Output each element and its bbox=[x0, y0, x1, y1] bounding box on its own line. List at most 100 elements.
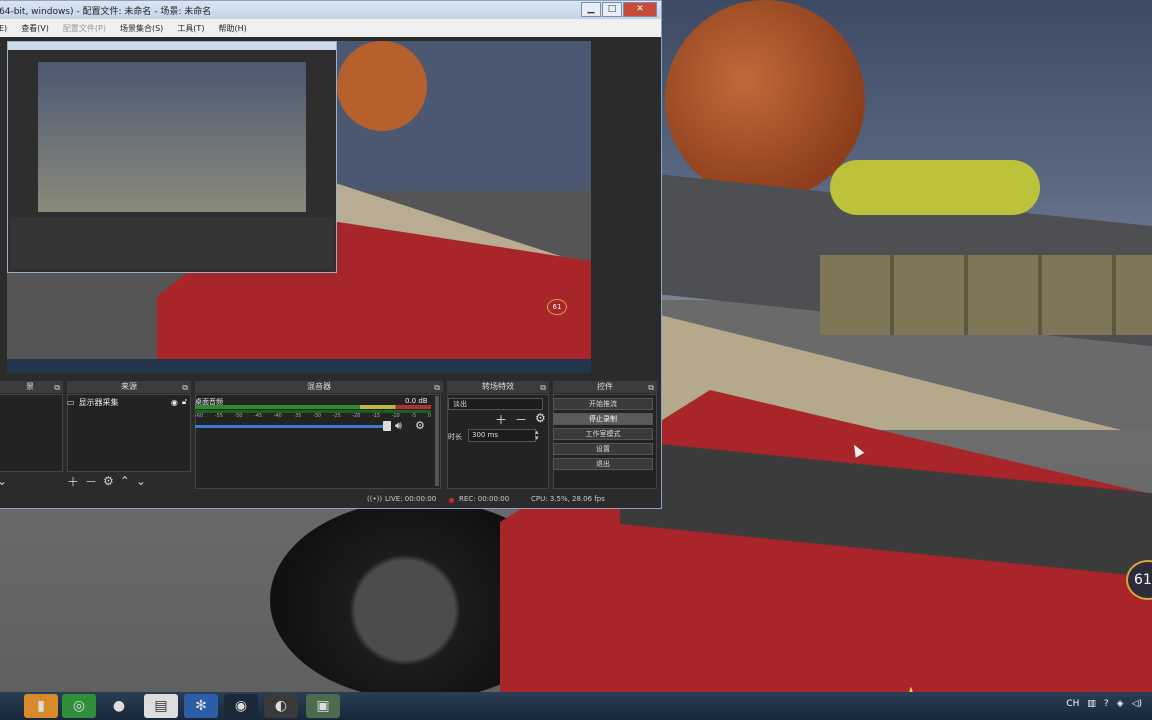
mixer-title: 混音器 bbox=[307, 382, 331, 391]
menu-tools[interactable]: 工具(T) bbox=[177, 23, 204, 34]
nested-obs-preview bbox=[7, 41, 337, 273]
menu-help[interactable]: 帮助(H) bbox=[218, 23, 246, 34]
chevron-down-icon[interactable]: ⌄ bbox=[0, 474, 7, 488]
start-streaming-button[interactable]: 开始推流 bbox=[553, 398, 653, 410]
windows-taskbar: ▮ ◎ ● ▤ ✻ ◉ ◐ ▣ CH ▥ ? ◈ ◁) bbox=[0, 692, 1152, 720]
add-icon[interactable]: ＋ bbox=[495, 411, 507, 428]
gear-icon[interactable]: ⚙ bbox=[103, 474, 114, 488]
scale-tick: 0 bbox=[427, 413, 431, 419]
obs-icon[interactable]: ◐ bbox=[264, 694, 298, 718]
scale-tick: -35 bbox=[293, 413, 302, 419]
menu-profile[interactable]: 配置文件(P) bbox=[63, 23, 106, 34]
mixer-db-value: 0.0 dB bbox=[405, 397, 428, 405]
help-icon[interactable]: ? bbox=[1104, 699, 1109, 709]
remove-icon[interactable]: － bbox=[515, 411, 527, 428]
cpu-status: CPU: 3.5%, 28.06 fps bbox=[531, 495, 605, 503]
nested-scene bbox=[38, 62, 306, 212]
scale-tick: -55 bbox=[214, 413, 223, 419]
undock-icon[interactable]: ⧉ bbox=[434, 382, 440, 394]
nested-title-bar bbox=[8, 42, 336, 50]
speaker-icon[interactable]: 🔊︎ bbox=[395, 419, 402, 433]
undock-icon[interactable]: ⧉ bbox=[648, 382, 654, 394]
transition-select[interactable]: 淡出 bbox=[448, 398, 543, 410]
scale-tick: -20 bbox=[352, 413, 361, 419]
volume-meter bbox=[195, 405, 431, 409]
title-bar[interactable]: 64-bit, windows) - 配置文件: 未命名 - 场景: 未命名 ▁… bbox=[0, 1, 661, 19]
chevron-down-icon[interactable]: ⌄ bbox=[136, 474, 146, 488]
undock-icon[interactable]: ⧉ bbox=[182, 382, 188, 394]
menu-view[interactable]: 查看(V) bbox=[21, 23, 49, 34]
preview-speed-indicator: 61 bbox=[547, 299, 567, 315]
settings-button[interactable]: 设置 bbox=[553, 443, 653, 455]
transition-toolbar: ＋ － ⚙ bbox=[495, 411, 546, 428]
mixer-scrollbar[interactable] bbox=[435, 396, 439, 486]
scenes-dock-header: 景 ⧉ bbox=[0, 381, 63, 393]
undock-icon[interactable]: ⧉ bbox=[540, 382, 546, 394]
volume-tray-icon[interactable]: ◁) bbox=[1132, 699, 1142, 709]
document-icon[interactable]: ▤ bbox=[144, 694, 178, 718]
mixer-dock-header: 混音器 ⧉ bbox=[195, 381, 443, 393]
controls-title: 控件 bbox=[597, 382, 613, 391]
controls-dock-header: 控件 ⧉ bbox=[553, 381, 657, 393]
menu-scene-collection[interactable]: 场景集合(S) bbox=[120, 23, 163, 34]
scale-tick: -40 bbox=[273, 413, 282, 419]
steam-icon[interactable]: ◉ bbox=[224, 694, 258, 718]
chevron-up-icon[interactable]: ⌃ bbox=[120, 474, 130, 488]
stop-recording-button[interactable]: 停止录制 bbox=[553, 413, 653, 425]
menu-edit[interactable]: E) bbox=[0, 24, 7, 33]
game-icon[interactable]: ▣ bbox=[306, 694, 340, 718]
system-tray: CH ▥ ? ◈ ◁) bbox=[1066, 699, 1142, 709]
sources-title: 来源 bbox=[121, 382, 137, 391]
monitor-icon: ▭ bbox=[67, 397, 75, 407]
source-name: 显示器采集 bbox=[78, 397, 119, 407]
undock-icon[interactable]: ⧉ bbox=[54, 382, 60, 394]
menu-bar: E) 查看(V) 配置文件(P) 场景集合(S) 工具(T) 帮助(H) bbox=[0, 19, 661, 37]
rec-status: REC: 00:00:00 bbox=[459, 495, 510, 503]
nested-panels bbox=[10, 217, 334, 269]
scenes-toolbar: ⌄ bbox=[0, 473, 7, 489]
preview-canvas[interactable]: 61 bbox=[7, 41, 591, 373]
duration-input[interactable]: 300 ms bbox=[468, 429, 536, 442]
obs-window: 64-bit, windows) - 配置文件: 未命名 - 场景: 未命名 ▁… bbox=[0, 0, 662, 509]
yellow-bush bbox=[830, 160, 1040, 215]
transitions-dock-header: 转场特效 ⧉ bbox=[447, 381, 549, 393]
gear-icon[interactable]: ⚙ bbox=[535, 411, 546, 428]
network-icon[interactable]: ▥ bbox=[1087, 699, 1096, 709]
maximize-button[interactable]: □ bbox=[602, 2, 622, 17]
volume-slider-handle[interactable] bbox=[383, 421, 391, 431]
exit-button[interactable]: 退出 bbox=[553, 458, 653, 470]
bluetooth-icon[interactable]: ✻ bbox=[184, 694, 218, 718]
scale-tick: -15 bbox=[371, 413, 381, 419]
add-icon[interactable]: ＋ bbox=[67, 473, 79, 490]
qq-penguin-icon[interactable]: ● bbox=[102, 694, 136, 718]
preview-tree bbox=[337, 41, 427, 131]
lock-icon[interactable]: 🔓︎ bbox=[182, 397, 187, 407]
scale-tick: -45 bbox=[253, 413, 263, 419]
transitions-title: 转场特效 bbox=[482, 382, 514, 391]
sources-dock-header: 来源 ⧉ bbox=[67, 381, 191, 393]
eye-icon[interactable]: ◉ bbox=[171, 398, 178, 407]
scale-tick: -30 bbox=[312, 413, 322, 419]
sources-toolbar: ＋ － ⚙ ⌃ ⌄ bbox=[61, 473, 146, 489]
window-title: 64-bit, windows) - 配置文件: 未命名 - 场景: 未命名 bbox=[0, 7, 212, 17]
minimize-button[interactable]: ▁ bbox=[581, 2, 601, 17]
wooden-fence bbox=[820, 255, 1152, 335]
gear-icon[interactable]: ⚙ bbox=[415, 419, 425, 432]
duration-spinner[interactable]: ▴ ▾ bbox=[535, 429, 539, 442]
close-button[interactable]: ✕ bbox=[623, 2, 657, 17]
remove-icon[interactable]: － bbox=[85, 473, 97, 490]
scale-tick: -60 bbox=[195, 413, 204, 419]
scenes-title: 景 bbox=[26, 382, 34, 391]
preview-taskbar bbox=[7, 359, 591, 373]
language-indicator[interactable]: CH bbox=[1066, 699, 1079, 709]
scenes-list[interactable] bbox=[0, 394, 63, 472]
volume-slider-track[interactable] bbox=[195, 425, 389, 428]
source-item[interactable]: ▭ 显示器采集 ◉ 🔓︎ bbox=[67, 396, 187, 408]
globe-icon[interactable]: ◎ bbox=[62, 694, 96, 718]
studio-mode-button[interactable]: 工作室模式 bbox=[553, 428, 653, 440]
folder-icon[interactable]: ▮ bbox=[24, 694, 58, 718]
broadcast-icon: ((•)) bbox=[367, 495, 383, 503]
duration-label: 时长 bbox=[448, 433, 462, 441]
status-bar: ((•)) LIVE: 00:00:00 REC: 00:00:00 CPU: … bbox=[0, 492, 659, 506]
shield-icon[interactable]: ◈ bbox=[1117, 699, 1124, 709]
